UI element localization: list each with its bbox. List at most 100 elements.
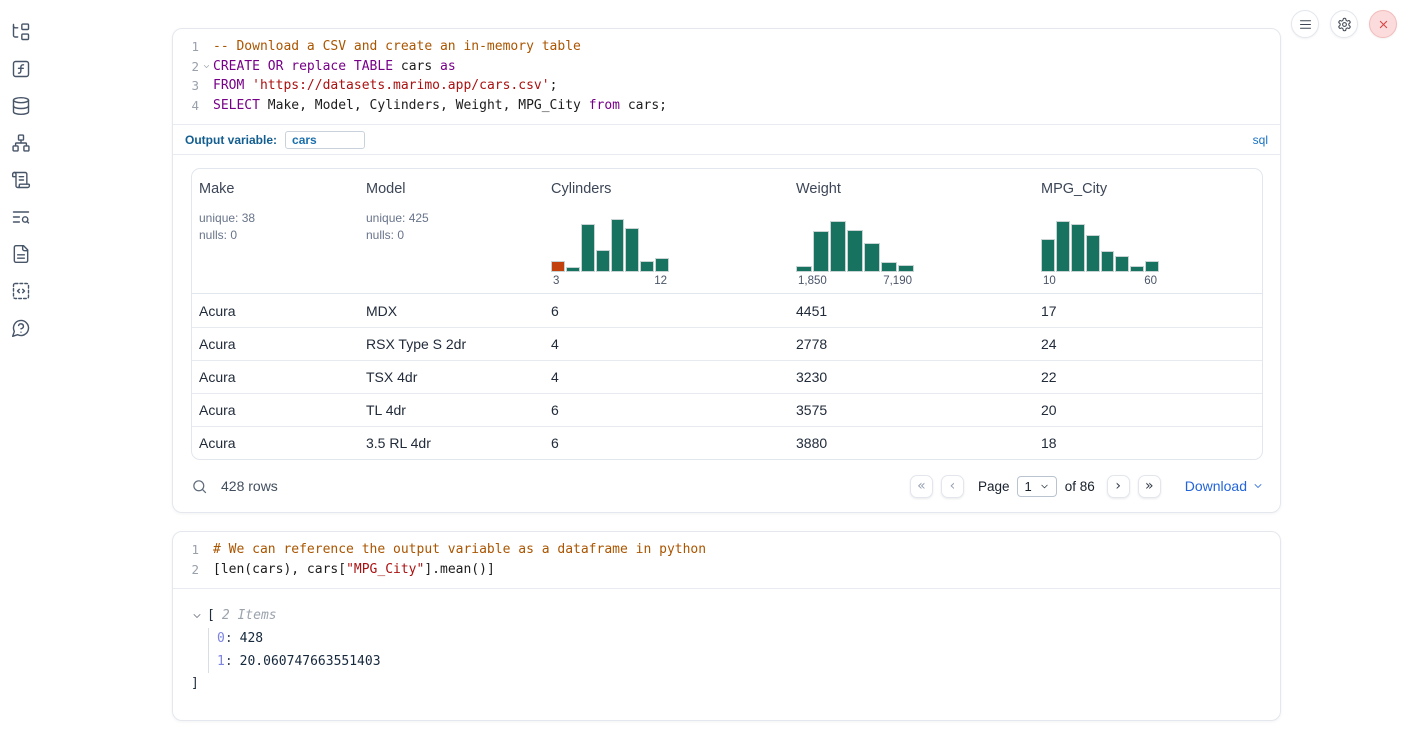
histogram-bar [1086,235,1100,272]
gutter-spacer [199,560,213,580]
table-cell: 24 [1034,336,1262,352]
tree-value: 20.060747663551403 [240,654,381,669]
table-cell: Acura [192,402,359,418]
prev-page-button[interactable]: ‹ [941,475,964,498]
chevron-down-icon [1252,480,1264,492]
histogram-bar [611,219,625,272]
gutter-spacer [199,96,213,116]
histogram-bar [864,243,880,272]
download-button[interactable]: Download [1185,478,1264,494]
table-cell: 18 [1034,435,1262,451]
snippets-icon[interactable] [10,280,32,302]
download-label: Download [1185,478,1247,494]
column-header-make[interactable]: Makeunique: 38nulls: 0 [192,179,359,293]
column-header-weight[interactable]: Weight 1,8507,190 [789,179,1034,293]
gutter-spacer [199,540,213,560]
table-body: AcuraMDX6445117AcuraRSX Type S 2dr427782… [192,294,1262,459]
column-name: Weight [796,181,1026,197]
histogram-axis-labels: 312 [551,275,669,287]
document-icon[interactable] [10,243,32,265]
tree-key: 1 [217,654,225,669]
tree-entries: 0:4281:20.060747663551403 [208,628,1280,673]
table-cell: 3.5 RL 4dr [359,435,544,451]
code-text: # We can reference the output variable a… [213,540,706,560]
table-cell: 4451 [789,303,1034,319]
output-tree: [ 2 Items 0:4281:20.060747663551403 ] [173,589,1280,720]
table-cell: 3230 [789,369,1034,385]
chevron-down-icon [1039,481,1050,492]
search-button[interactable] [189,476,209,496]
histogram-bar [1145,261,1159,272]
histogram-bar [551,261,565,272]
last-page-button[interactable]: » [1138,475,1161,498]
collapse-toggle[interactable] [191,610,203,622]
code-line: 2[len(cars), cars["MPG_City"].mean()] [173,560,1280,580]
sql-cell: 1-- Download a CSV and create an in-memo… [172,28,1281,513]
histogram-bar [625,228,639,272]
file-tree-icon[interactable] [10,21,32,43]
table-cell: 6 [544,303,789,319]
output-variable-label: Output variable: [185,133,277,147]
next-page-button[interactable]: › [1107,475,1130,498]
table-footer: 428 rows « ‹ Page 1 of 86 › » Download [173,460,1280,512]
table-cell: Acura [192,435,359,451]
histogram-axis-labels: 1,8507,190 [796,275,914,287]
table-header: Makeunique: 38nulls: 0Modelunique: 425nu… [192,169,1262,294]
column-histogram[interactable]: 1060 [1041,219,1159,287]
settings-button[interactable] [1330,10,1358,38]
column-histogram[interactable]: 1,8507,190 [796,219,914,287]
python-code-editor[interactable]: 1 # We can reference the output variable … [173,532,1280,588]
histogram-axis-labels: 1060 [1041,275,1159,287]
column-header-model[interactable]: Modelunique: 425nulls: 0 [359,179,544,293]
scroll-icon[interactable] [10,169,32,191]
column-header-mpg_city[interactable]: MPG_City 1060 [1034,179,1262,293]
table-row: AcuraMDX6445117 [192,294,1262,327]
divider [173,154,1280,155]
histogram-bar [640,261,654,272]
close-button[interactable] [1369,10,1397,38]
tree-key: 0 [217,631,225,646]
line-number: 1 [173,37,199,57]
fold-toggle-icon[interactable] [199,57,213,77]
sql-code-editor[interactable]: 1-- Download a CSV and create an in-memo… [173,29,1280,124]
line-number: 1 [173,540,199,560]
tree-entry: 0:428 [217,628,1280,651]
dependency-graph-icon[interactable] [10,132,32,154]
histogram-bar [1101,251,1115,272]
language-badge: sql [1253,133,1268,147]
table-row: AcuraRSX Type S 2dr4277824 [192,327,1262,360]
table-row: AcuraTSX 4dr4323022 [192,360,1262,393]
histogram-bar [881,262,897,272]
histogram-bar [1041,239,1055,272]
column-histogram[interactable]: 312 [551,219,669,287]
gutter-spacer [199,76,213,96]
table-cell: TL 4dr [359,402,544,418]
data-table: Makeunique: 38nulls: 0Modelunique: 425nu… [191,168,1263,460]
help-icon[interactable] [10,317,32,339]
text-search-icon[interactable] [10,206,32,228]
table-cell: TSX 4dr [359,369,544,385]
table-row: Acura3.5 RL 4dr6388018 [192,426,1262,459]
line-number: 3 [173,76,199,96]
function-square-icon[interactable] [10,58,32,80]
histogram-bar [847,230,863,272]
table-cell: MDX [359,303,544,319]
table-cell: 3575 [789,402,1034,418]
column-stats: unique: 38nulls: 0 [199,210,351,244]
sidebar [10,21,32,339]
menu-button[interactable] [1291,10,1319,38]
column-name: MPG_City [1041,181,1254,197]
column-header-cylinders[interactable]: Cylinders312 [544,179,789,293]
table-cell: Acura [192,369,359,385]
page-select[interactable]: 1 [1017,476,1056,497]
page-select-value: 1 [1024,479,1031,494]
column-name: Model [366,181,536,197]
table-cell: RSX Type S 2dr [359,336,544,352]
database-icon[interactable] [10,95,32,117]
table-cell: 4 [544,369,789,385]
first-page-button[interactable]: « [910,475,933,498]
output-variable-input[interactable] [285,131,365,149]
tree-head: [ 2 Items [191,606,1280,626]
code-line: 1 # We can reference the output variable … [173,540,1280,560]
histogram-bar [581,224,595,272]
